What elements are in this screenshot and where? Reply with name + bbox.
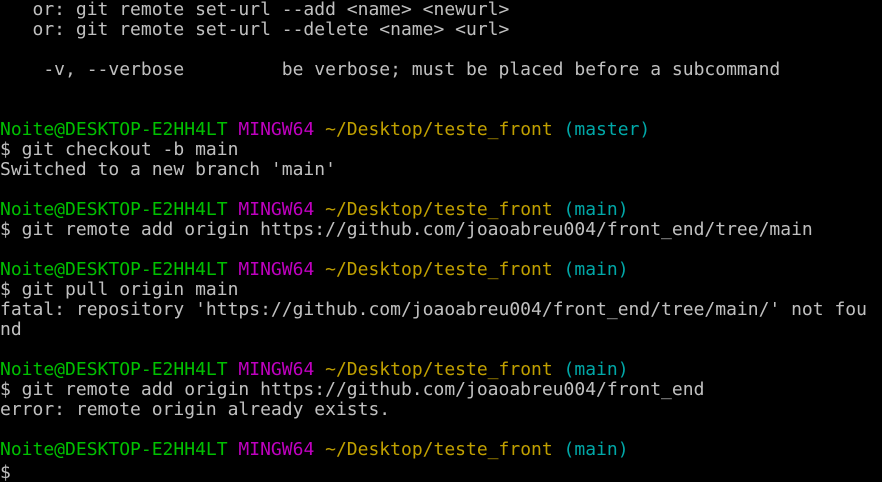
command-line: $ git checkout -b main — [0, 139, 239, 160]
usage-line: or: git remote set-url --delete <name> <… — [0, 19, 510, 40]
output-line: nd — [0, 319, 22, 340]
prompt-system: MINGW64 — [238, 119, 315, 140]
prompt-line: Noite@DESKTOP-E2HH4LT MINGW64 ~/Desktop/… — [0, 360, 882, 380]
input-prompt-symbol: $ — [0, 462, 11, 482]
command-line: $ git remote add origin https://github.c… — [0, 379, 705, 400]
terminal-window[interactable]: or: git remote set-url --add <name> <new… — [0, 0, 882, 482]
prompt-system: MINGW64 — [238, 199, 315, 220]
prompt-line: Noite@DESKTOP-E2HH4LT MINGW64 ~/Desktop/… — [0, 260, 882, 280]
output-line: fatal: repository 'https://github.com/jo… — [0, 299, 867, 320]
prompt-user-host: Noite@DESKTOP-E2HH4LT — [0, 199, 228, 220]
command-line: $ git remote add origin https://github.c… — [0, 219, 813, 240]
prompt-branch: (main) — [563, 439, 629, 460]
prompt-branch: (main) — [563, 359, 629, 380]
command-line: $ git pull origin main — [0, 279, 239, 300]
prompt-branch: (main) — [563, 259, 629, 280]
output-line: error: remote origin already exists. — [0, 399, 391, 420]
prompt-user-host: Noite@DESKTOP-E2HH4LT — [0, 359, 228, 380]
prompt-line: Noite@DESKTOP-E2HH4LT MINGW64 ~/Desktop/… — [0, 440, 882, 460]
prompt-path: ~/Desktop/teste_front — [325, 259, 553, 280]
prompt-user-host: Noite@DESKTOP-E2HH4LT — [0, 259, 228, 280]
usage-line: -v, --verbose be verbose; must be placed… — [0, 59, 781, 80]
output-line: Switched to a new branch 'main' — [0, 159, 336, 180]
prompt-user-host: Noite@DESKTOP-E2HH4LT — [0, 119, 228, 140]
prompt-system: MINGW64 — [238, 259, 315, 280]
prompt-line: Noite@DESKTOP-E2HH4LT MINGW64 ~/Desktop/… — [0, 200, 882, 220]
prompt-system: MINGW64 — [238, 439, 315, 460]
prompt-path: ~/Desktop/teste_front — [325, 359, 553, 380]
prompt-line: Noite@DESKTOP-E2HH4LT MINGW64 ~/Desktop/… — [0, 120, 882, 140]
prompt-path: ~/Desktop/teste_front — [325, 439, 553, 460]
usage-line: or: git remote set-url --add <name> <new… — [0, 0, 510, 20]
prompt-branch: (main) — [563, 199, 629, 220]
command-input-line[interactable]: $ — [0, 460, 882, 482]
prompt-branch: (master) — [563, 119, 651, 140]
prompt-path: ~/Desktop/teste_front — [325, 119, 553, 140]
prompt-system: MINGW64 — [238, 359, 315, 380]
prompt-path: ~/Desktop/teste_front — [325, 199, 553, 220]
prompt-user-host: Noite@DESKTOP-E2HH4LT — [0, 439, 228, 460]
